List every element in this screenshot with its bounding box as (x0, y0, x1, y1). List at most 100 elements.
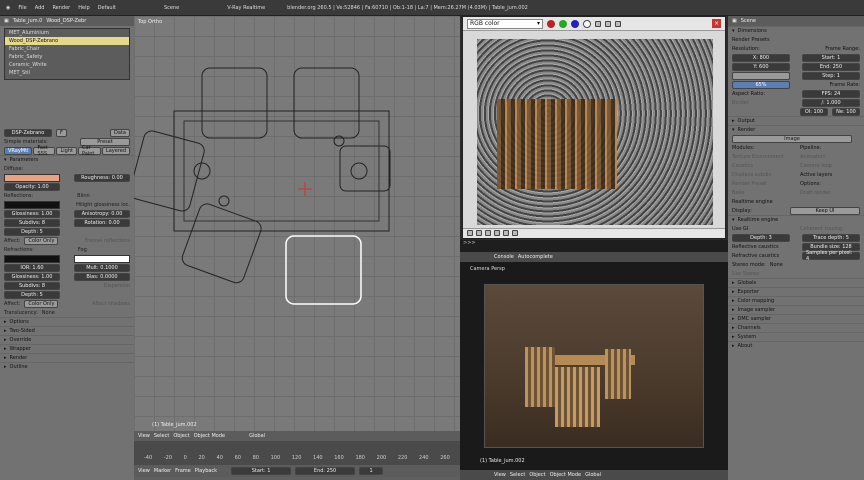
pipeline-checkbox[interactable]: Camera loop (800, 163, 860, 169)
material-slot-fake[interactable]: F (56, 128, 67, 137)
menu-file[interactable]: File (18, 5, 26, 11)
wireframe-scene[interactable] (134, 16, 460, 416)
list-item[interactable]: MET_Stil (5, 69, 129, 77)
layout-select[interactable]: Default (98, 5, 116, 11)
menu-render[interactable]: Render (52, 5, 70, 11)
hilight-checkbox[interactable]: Hilight glossiness loc. (76, 202, 130, 208)
anisotropy-field[interactable]: Anisotropy: 0.00 (74, 209, 130, 218)
exporter-section[interactable]: ▸ Exporter (728, 287, 864, 296)
use-gi-checkbox[interactable]: Use GI (732, 226, 748, 232)
mode-select[interactable]: Object Mode (194, 433, 226, 439)
save-icon[interactable] (595, 20, 601, 27)
image-sampler-section[interactable]: ▸ Image sampler (728, 305, 864, 314)
wrapper-section[interactable]: ▸ Wrapper (0, 344, 134, 353)
translucency-select[interactable]: None (42, 310, 55, 316)
tab-fast-sss[interactable]: Fast SSS (33, 145, 56, 157)
top-ortho-viewport[interactable]: Top Ortho (1) Table_jum.002 (134, 16, 460, 431)
stereo-mode-select[interactable]: None (770, 262, 783, 268)
select-menu[interactable]: Select (154, 433, 169, 439)
blue-channel-icon[interactable] (571, 19, 579, 28)
module-checkbox[interactable]: Render Preset (732, 181, 767, 187)
chair-left[interactable] (134, 129, 206, 213)
options-section[interactable]: ▸ Options (0, 317, 134, 326)
list-item[interactable]: Fabric_Safety (5, 53, 129, 61)
fps-base-field[interactable]: /: 1.000 (802, 98, 860, 107)
samples-per-pixel-field[interactable]: Samples per pixel: 4 (802, 250, 860, 262)
opacity-field[interactable]: Opacity: 1.00 (4, 182, 60, 191)
fog-color-swatch[interactable] (74, 254, 130, 263)
rotation-field[interactable]: Rotation: 0.00 (74, 218, 130, 227)
render-presets-select[interactable]: Render Presets (732, 37, 770, 43)
render-image-button[interactable]: Image (732, 134, 852, 143)
end-frame-field[interactable]: End: 250 (295, 467, 356, 475)
ior-field[interactable]: IOR: 1.60 (4, 263, 60, 272)
affect-select[interactable]: Color Only (24, 236, 59, 245)
fresnel-checkbox[interactable]: Fresnel reflections (84, 238, 130, 244)
python-console[interactable]: >>> (460, 240, 728, 252)
globals-section[interactable]: ▸ Globals (728, 278, 864, 287)
copy-icon[interactable] (615, 20, 621, 27)
time-remap-new[interactable]: Ne: 100 (832, 107, 860, 116)
resolution-slider[interactable] (732, 71, 790, 80)
list-item[interactable]: MET_Aluminium (5, 29, 129, 37)
render-window[interactable]: RGB color ▾ × (462, 16, 726, 239)
scene-select[interactable]: Scene (164, 5, 179, 11)
timeline-ruler[interactable]: -40 -20 0 20 40 60 80 100 120 140 160 18… (134, 441, 460, 465)
glossiness2-field[interactable]: Glossiness: 1.00 (4, 272, 60, 281)
frame-end-field[interactable]: End: 250 (802, 62, 860, 71)
chair-bottom-left[interactable] (180, 202, 263, 285)
chair-top-right[interactable] (293, 67, 360, 139)
fps-field[interactable]: FPS: 24 (802, 89, 860, 98)
override-section[interactable]: ▸ Override (0, 335, 134, 344)
use-stereo-checkbox[interactable]: Use Stereo (732, 271, 759, 277)
selected-chair[interactable] (285, 235, 362, 305)
affect2-select[interactable]: Color Only (24, 299, 59, 308)
chair-right[interactable] (339, 145, 391, 192)
display-select[interactable]: Keep UI (790, 206, 860, 215)
view-menu[interactable]: View (494, 472, 506, 478)
module-checkbox[interactable]: Caustics (732, 163, 753, 169)
alpha-channel-icon[interactable] (583, 19, 591, 28)
orientation-select[interactable]: Global (249, 433, 265, 439)
mode-select[interactable]: Object Mode (550, 472, 582, 478)
chair-top-left[interactable] (201, 67, 268, 139)
module-checkbox[interactable]: Bake (732, 190, 744, 196)
clear-icon[interactable] (605, 20, 611, 27)
refractive-caustics-checkbox[interactable]: Refractive caustics (732, 253, 779, 259)
affect-shadows-checkbox[interactable]: Affect shadows (92, 301, 130, 307)
menu-add[interactable]: Add (35, 5, 45, 11)
channel-select[interactable]: RGB color ▾ (467, 18, 543, 29)
view-menu[interactable]: View (138, 468, 150, 474)
table-outline[interactable] (173, 110, 390, 232)
pipeline-checkbox[interactable]: Draft render (800, 190, 860, 196)
toolbar-icon[interactable] (467, 230, 473, 236)
resolution-percent-field[interactable]: 65% (732, 80, 790, 89)
view-menu[interactable]: View (138, 433, 150, 439)
toolbar-icon[interactable] (503, 230, 509, 236)
mult-field[interactable]: Mult: 0.1000 (74, 263, 130, 272)
diffuse-color-swatch[interactable] (4, 173, 60, 182)
tab-layered[interactable]: Layered (101, 146, 130, 155)
parameters-section[interactable]: ▾ Parameters (0, 155, 134, 164)
refraction-color-swatch[interactable] (4, 254, 60, 263)
realtime-engine-section[interactable]: ▾ Realtime engine (728, 215, 864, 224)
data-button[interactable]: Data (110, 128, 130, 137)
reflective-caustics-checkbox[interactable]: Reflective caustics (732, 244, 779, 250)
system-section[interactable]: ▸ System (728, 332, 864, 341)
material-slot[interactable]: DSP-Zebrano (4, 128, 52, 137)
bias-field[interactable]: Bias: 0.0000 (74, 272, 130, 281)
module-checkbox[interactable]: Displace subdiv (732, 172, 771, 178)
list-item[interactable]: Ceramic_White (5, 61, 129, 69)
pipeline-checkbox[interactable]: Active layers (800, 172, 860, 178)
output-section[interactable]: ▸ Output (728, 116, 864, 125)
pipeline-checkbox[interactable]: Animation (800, 154, 860, 160)
gi-depth-field[interactable]: Depth: 3 (732, 233, 790, 242)
dispersion-checkbox[interactable]: Dispersion (104, 283, 130, 289)
render-section[interactable]: ▸ Render (0, 353, 134, 362)
select-menu[interactable]: Select (510, 472, 525, 478)
red-channel-icon[interactable] (547, 19, 555, 28)
trace-depth-field[interactable]: Trace depth: 5 (802, 233, 860, 242)
menu-help[interactable]: Help (78, 5, 89, 11)
list-item[interactable]: Fabric_Chair (5, 45, 129, 53)
camera-viewport[interactable]: Camera Persp (1) Table_jum.002 (460, 262, 728, 470)
